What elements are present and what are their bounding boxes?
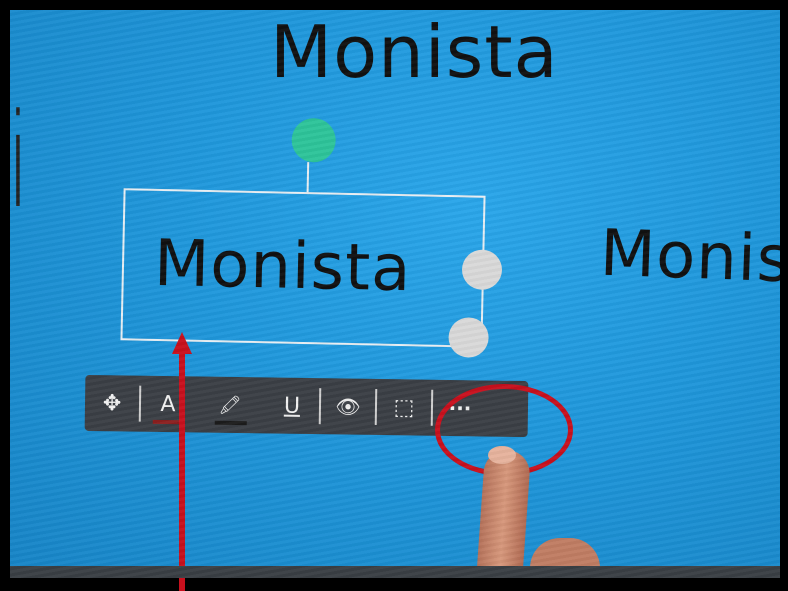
eye-icon: 👁: [335, 394, 361, 419]
text-color-button[interactable]: A: [141, 376, 196, 433]
crop-button[interactable]: ⬚: [377, 379, 432, 436]
canvas-text-right[interactable]: Monis: [599, 217, 780, 298]
canvas-text-left-fragment[interactable]: i: [10, 85, 30, 237]
move-button[interactable]: ✥: [85, 375, 140, 432]
fingertip: [488, 446, 516, 464]
canvas-text-top[interactable]: Monista: [270, 10, 559, 94]
photo-frame: Monista i Monis Monista ✥ A 🖍 U: [0, 0, 788, 591]
resize-handle-corner[interactable]: [448, 317, 489, 358]
resize-handle-right[interactable]: [461, 249, 503, 291]
whiteboard-canvas[interactable]: Monista i Monis Monista ✥ A 🖍 U: [10, 10, 780, 578]
underline-button[interactable]: U: [265, 377, 320, 434]
highlighter-icon: 🖍: [218, 394, 242, 416]
pointing-finger: [474, 448, 532, 578]
text-selection-box[interactable]: Monista: [120, 117, 503, 358]
visibility-button[interactable]: 👁: [321, 378, 376, 435]
text-color-icon: A: [160, 391, 176, 417]
selected-text[interactable]: Monista: [153, 227, 412, 306]
highlight-button[interactable]: 🖍: [195, 376, 266, 433]
underline-icon: U: [283, 393, 301, 419]
annotation-arrow-tail: [179, 578, 185, 591]
screen-bezel: [10, 566, 780, 578]
move-icon: ✥: [102, 390, 122, 416]
annotation-arrow: [179, 348, 185, 578]
rotate-handle[interactable]: [291, 117, 337, 163]
rotate-connector: [306, 162, 310, 195]
highlight-indicator: [214, 420, 247, 426]
crop-icon: ⬚: [393, 394, 415, 421]
